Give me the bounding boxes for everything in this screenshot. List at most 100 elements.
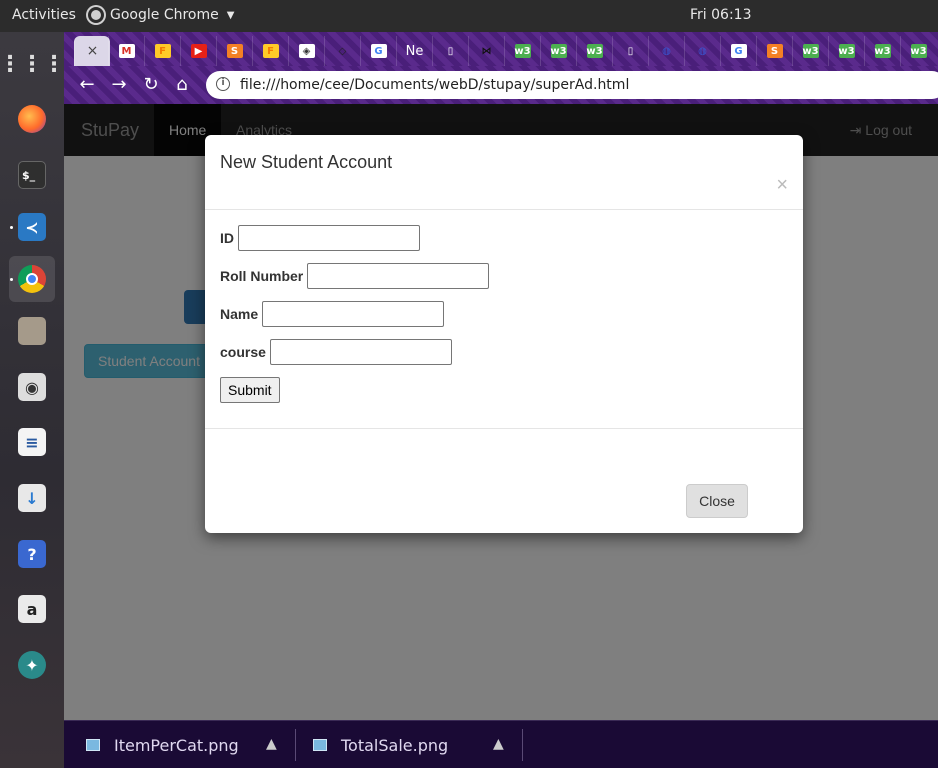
google-icon: G [370, 44, 387, 58]
tab-w3schools[interactable]: w3 [504, 36, 540, 66]
w3schools-icon: w3 [802, 44, 819, 58]
url-text: file:///home/cee/Documents/webD/stupay/s… [240, 77, 630, 93]
close-button[interactable]: Close [686, 484, 748, 518]
tab-google-2[interactable]: G [720, 36, 756, 66]
id-row: ID [220, 225, 420, 251]
diamond-icon: ◈ [298, 44, 315, 58]
download-separator [522, 729, 523, 761]
dock-terminal[interactable]: $_ [9, 152, 55, 198]
image-file-icon [313, 739, 327, 751]
name-row: Name [220, 301, 445, 327]
tab-globe-2[interactable]: ◍ [684, 36, 720, 66]
dock-files[interactable] [9, 308, 55, 354]
terminal-icon: $_ [18, 161, 46, 189]
stackoverflow-icon: S [226, 44, 243, 58]
course-row: course [220, 339, 452, 365]
file-icon: ▯ [447, 45, 454, 57]
tab-w3schools-3[interactable]: w3 [576, 36, 612, 66]
chevron-up-icon[interactable]: ▲ [266, 736, 277, 752]
modal-close-icon[interactable]: × [776, 175, 788, 195]
show-apps-button[interactable]: ⋮⋮⋮ [0, 41, 65, 87]
tab-ne[interactable]: Ne [396, 36, 432, 66]
tab-w3schools-4[interactable]: w3 [792, 36, 828, 66]
address-bar[interactable]: i file:///home/cee/Documents/webD/stupay… [206, 71, 938, 99]
forward-button[interactable]: → [108, 74, 130, 96]
image-file-icon [86, 739, 100, 751]
submit-button[interactable]: Submit [220, 377, 280, 403]
tab-w3schools-2[interactable]: w3 [540, 36, 576, 66]
document-icon: ≡ [18, 428, 46, 456]
downloads-bar: ItemPerCat.png ▲ TotalSale.png ▲ [64, 720, 938, 768]
download-item-1[interactable]: ItemPerCat.png [86, 721, 239, 768]
download-item-2[interactable]: TotalSale.png [313, 721, 448, 768]
tab-stackoverflow[interactable]: S [216, 36, 252, 66]
home-button[interactable]: ⌂ [171, 74, 193, 96]
firebase-icon: F [262, 44, 279, 58]
back-button[interactable]: ← [76, 74, 98, 96]
vscode-icon: ≺ [18, 213, 46, 241]
folder-icon [18, 317, 46, 345]
new-student-modal: New Student Account × ID Roll Number Nam… [205, 135, 803, 533]
name-input[interactable] [262, 301, 445, 327]
ne-tab-label: Ne [405, 43, 424, 59]
dock-writer[interactable]: ≡ [9, 419, 55, 465]
tab-gmail[interactable]: M [108, 36, 144, 66]
tab-firebase-2[interactable]: F [252, 36, 288, 66]
tab-globe[interactable]: ◍ [648, 36, 684, 66]
chevron-up-icon[interactable]: ▲ [493, 736, 504, 752]
roll-number-label: Roll Number [220, 268, 304, 284]
gmail-icon: M [118, 44, 135, 58]
roll-number-input[interactable] [307, 263, 490, 289]
settings-icon: ✦ [18, 651, 46, 679]
tab-stackoverflow-2[interactable]: S [756, 36, 792, 66]
tab-firebase[interactable]: F [144, 36, 180, 66]
help-icon: ? [18, 540, 46, 568]
w3schools-icon: w3 [550, 44, 567, 58]
tab-w3schools-7[interactable]: w3 [900, 36, 936, 66]
close-tab-icon[interactable]: × [87, 43, 99, 59]
dock-firefox[interactable] [9, 96, 55, 142]
dock-settings[interactable]: ✦ [9, 642, 55, 688]
w3schools-icon: w3 [838, 44, 855, 58]
tab-codepen-2[interactable]: ◇ [324, 36, 360, 66]
bowtie-icon: ⋈ [481, 45, 492, 57]
dock-rhythmbox[interactable]: ◉ [9, 364, 55, 410]
tab-bowtie[interactable]: ⋈ [468, 36, 504, 66]
tab-file-2[interactable]: ▯ [612, 36, 648, 66]
tab-youtube[interactable]: ▶ [180, 36, 216, 66]
stackoverflow-icon: S [766, 44, 783, 58]
browser-tab-strip: × M F ▶ S F ◈ ◇ G Ne ▯ ⋈ w3 w3 w3 ▯ ◍ ◍ … [64, 32, 938, 66]
dock-software[interactable]: ↓ [9, 475, 55, 521]
shopping-bag-icon: ↓ [18, 484, 46, 512]
chrome-icon [18, 265, 46, 293]
tab-w3schools-5[interactable]: w3 [828, 36, 864, 66]
reload-button[interactable]: ↻ [140, 74, 162, 96]
clock[interactable]: Fri 06:13 [690, 7, 751, 23]
speaker-icon: ◉ [18, 373, 46, 401]
firebase-icon: F [154, 44, 171, 58]
app-menu[interactable]: Google Chrome ▼ [88, 7, 234, 23]
apps-grid-icon: ⋮⋮⋮ [0, 51, 65, 77]
w3schools-icon: w3 [514, 44, 531, 58]
dock-amazon[interactable]: a [9, 586, 55, 632]
modal-title: New Student Account [220, 152, 393, 172]
id-input[interactable] [238, 225, 420, 251]
system-top-bar: Activities Google Chrome ▼ Fri 06:13 [0, 0, 938, 32]
tab-file[interactable]: ▯ [432, 36, 468, 66]
tab-codepen[interactable]: ◈ [288, 36, 324, 66]
globe-icon: ◍ [662, 45, 671, 57]
info-icon[interactable]: i [216, 77, 230, 91]
w3schools-icon: w3 [910, 44, 927, 58]
dock-chrome[interactable] [9, 256, 55, 302]
modal-header-divider [205, 209, 803, 210]
app-menu-label: Google Chrome [110, 7, 219, 23]
activities-button[interactable]: Activities [12, 7, 76, 23]
dock-vscode[interactable]: ≺ [9, 204, 55, 250]
modal-footer-divider [205, 428, 803, 429]
tab-w3schools-6[interactable]: w3 [864, 36, 900, 66]
roll-number-row: Roll Number [220, 263, 490, 289]
tab-google[interactable]: G [360, 36, 396, 66]
course-input[interactable] [269, 339, 452, 365]
tab-active[interactable]: × [74, 36, 110, 66]
dock-help[interactable]: ? [9, 531, 55, 577]
